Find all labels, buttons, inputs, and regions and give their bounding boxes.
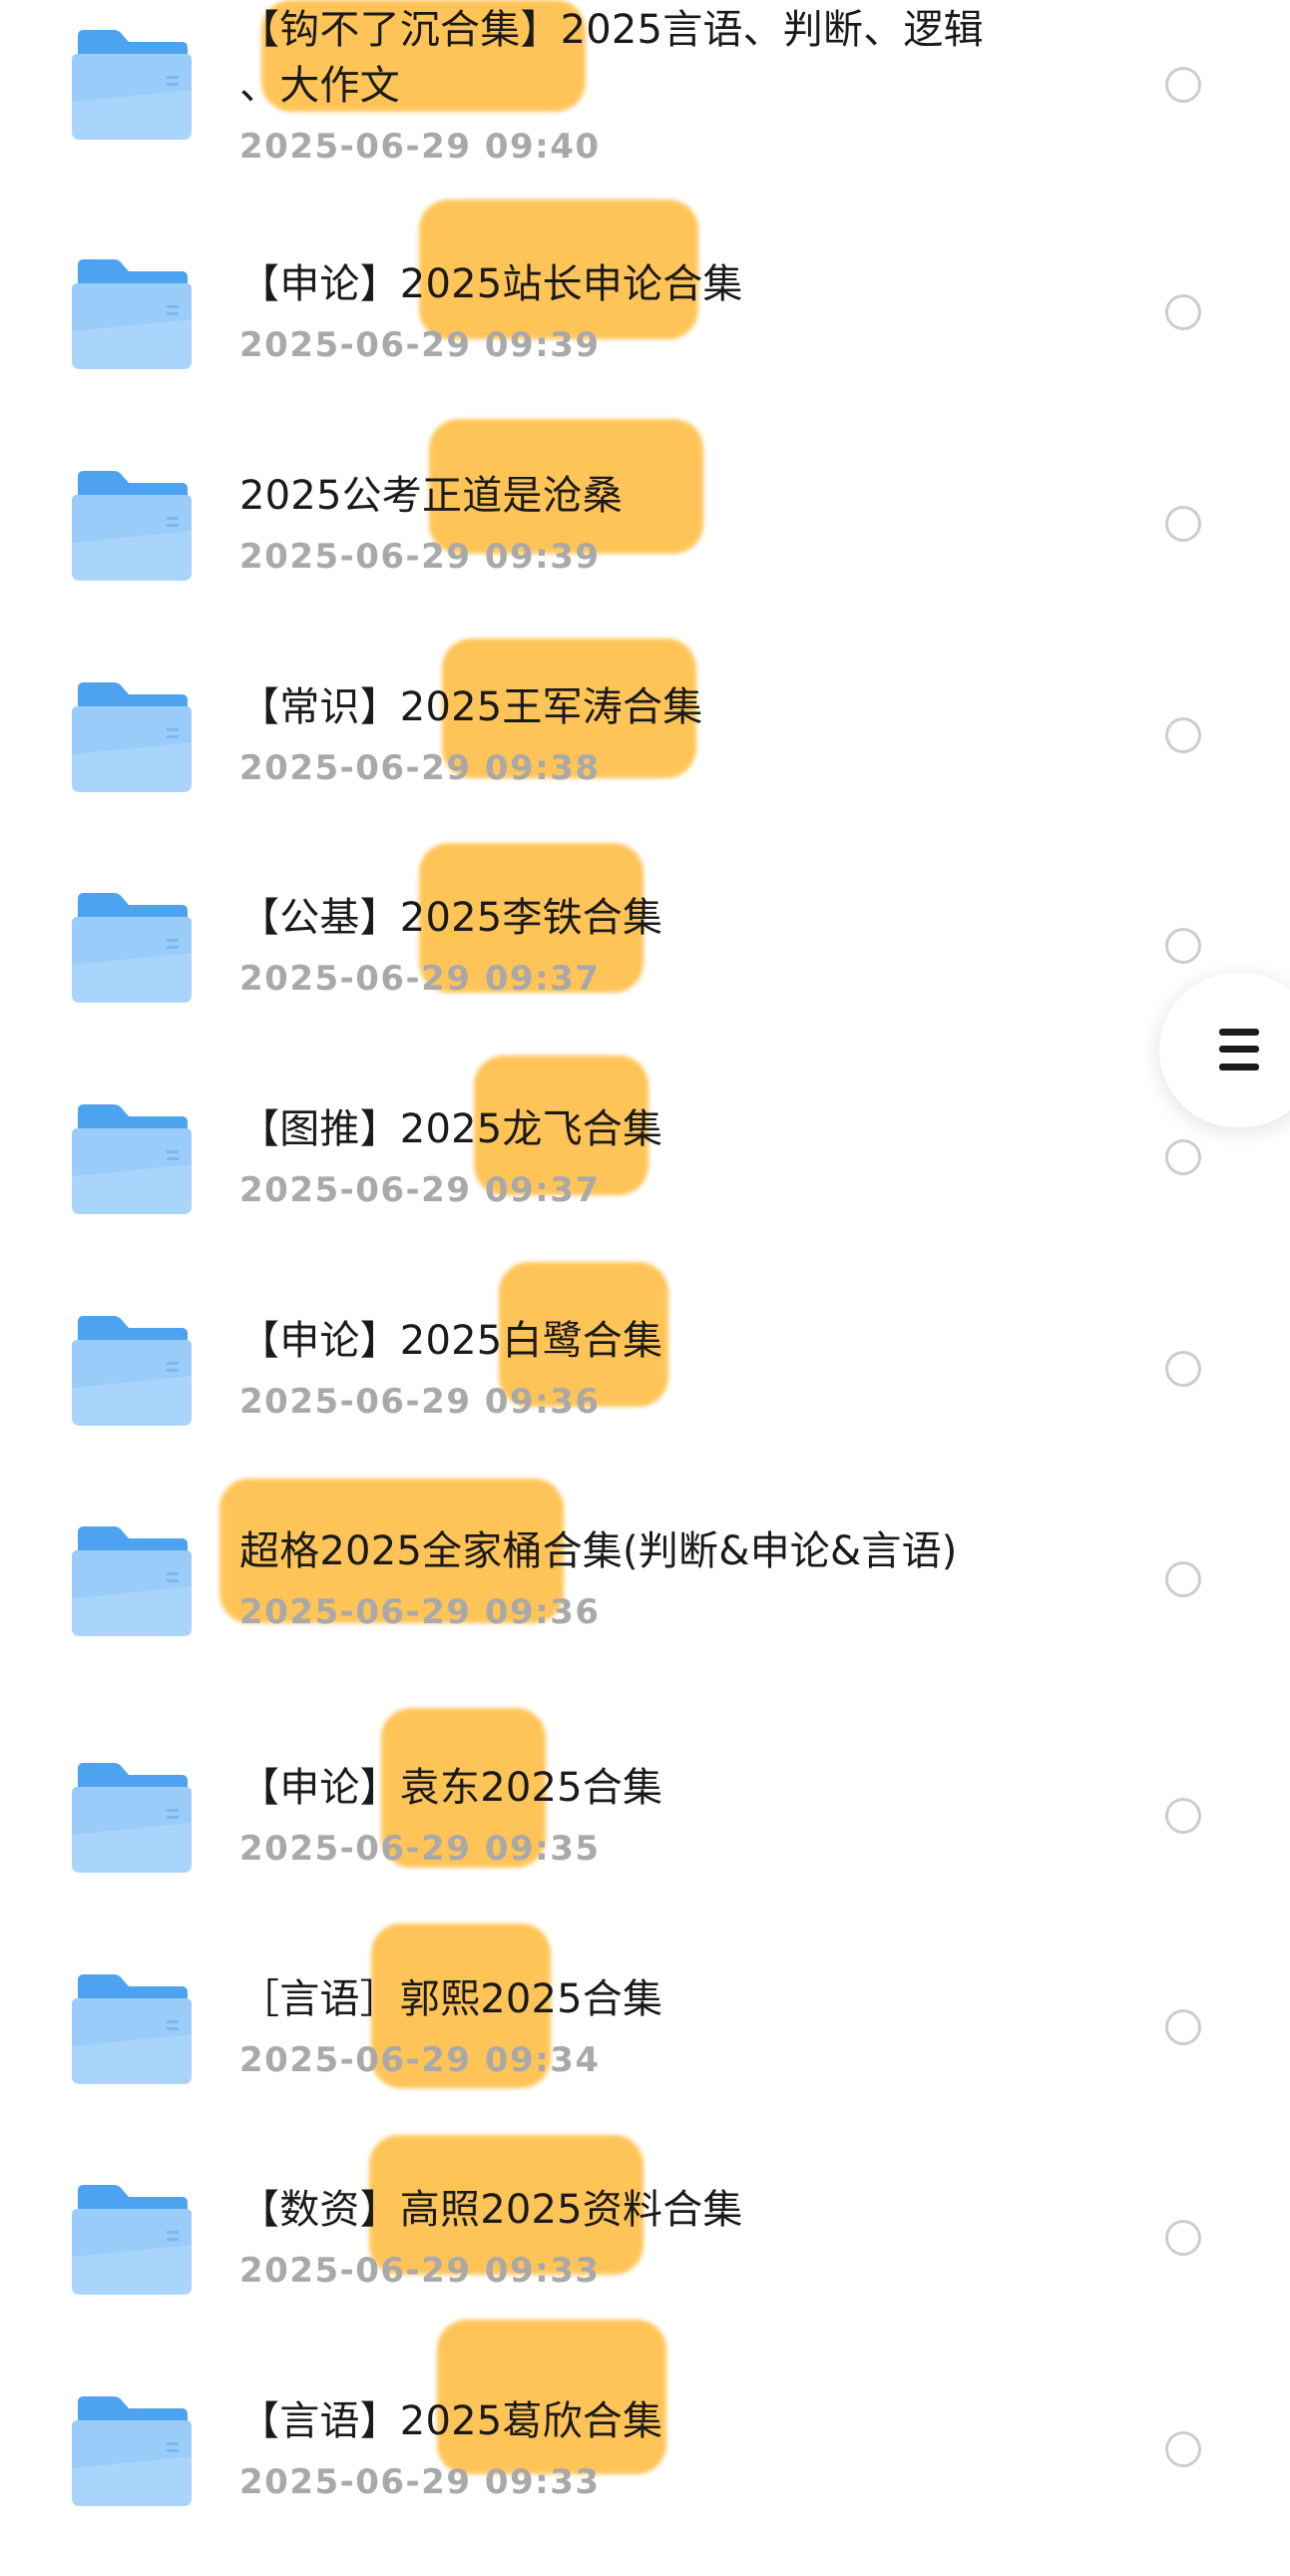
folder-name: 【公基】2025李铁合集 (239, 895, 663, 941)
folder-date: 2025-06-29 09:40 (239, 127, 601, 167)
folder-icon (72, 2396, 192, 2506)
folder-icon (72, 30, 192, 140)
folder-row[interactable]: 【申论】2025白鹭合集 2025-06-29 09:36 (0, 1284, 1290, 1496)
folder-date: 2025-06-29 09:36 (239, 1592, 601, 1632)
select-radio[interactable] (1165, 1351, 1201, 1387)
folder-row[interactable]: 超格2025全家桶合集(判断&申论&言语) 2025-06-29 09:36 (0, 1495, 1290, 1706)
folder-date: 2025-06-29 09:39 (239, 537, 601, 577)
folder-row[interactable]: 【钩不了沉合集】2025言语、判断、逻辑 、大作文 2025-06-29 09:4… (0, 0, 1290, 212)
select-radio[interactable] (1165, 2220, 1201, 2256)
folder-row[interactable]: 【常识】2025王军涛合集 2025-06-29 09:38 (0, 650, 1290, 862)
file-list: 【钩不了沉合集】2025言语、判断、逻辑 、大作文 2025-06-29 09:4… (0, 0, 1290, 2551)
folder-icon (72, 1316, 192, 1426)
select-radio[interactable] (1165, 1561, 1201, 1597)
folder-icon (72, 1974, 192, 2084)
folder-date: 2025-06-29 09:34 (239, 2040, 601, 2080)
folder-name: ［言语］郭熙2025合集 (239, 1976, 663, 2022)
select-radio[interactable] (1165, 1139, 1201, 1175)
folder-row[interactable]: 【公基】2025李铁合集 2025-06-29 09:37 (0, 861, 1290, 1073)
select-radio[interactable] (1165, 717, 1201, 753)
folder-row[interactable]: 【图推】2025龙飞合集 2025-06-29 09:37 (0, 1073, 1290, 1284)
folder-name: 【图推】2025龙飞合集 (239, 1106, 663, 1152)
folder-name: 【常识】2025王军涛合集 (239, 684, 703, 730)
folder-icon (72, 1526, 192, 1636)
folder-date: 2025-06-29 09:37 (239, 959, 601, 999)
folder-date: 2025-06-29 09:36 (239, 1382, 601, 1422)
menu-icon (1219, 1029, 1259, 1071)
folder-icon (72, 471, 192, 581)
folder-row[interactable]: 2025公考正道是沧桑 2025-06-29 09:39 (0, 439, 1290, 650)
folder-row[interactable]: ［言语］郭熙2025合集 2025-06-29 09:34 (0, 1942, 1290, 2154)
folder-name: 【钩不了沉合集】2025言语、判断、逻辑 、大作文 (239, 7, 984, 109)
folder-date: 2025-06-29 09:39 (239, 325, 601, 365)
folder-icon (72, 2185, 192, 2295)
folder-date: 2025-06-29 09:38 (239, 748, 601, 788)
folder-date: 2025-06-29 09:33 (239, 2251, 601, 2291)
folder-row[interactable]: 【申论】袁东2025合集 2025-06-29 09:35 (0, 1731, 1290, 1942)
folder-name: 【申论】2025站长申论合集 (239, 261, 743, 307)
folder-name: 2025公考正道是沧桑 (239, 473, 623, 519)
folder-name: 【申论】袁东2025合集 (239, 1765, 663, 1811)
select-radio[interactable] (1165, 506, 1201, 542)
folder-name: 超格2025全家桶合集(判断&申论&言语) (239, 1528, 958, 1574)
folder-date: 2025-06-29 09:35 (239, 1829, 601, 1869)
select-radio[interactable] (1165, 1798, 1201, 1834)
folder-icon (72, 259, 192, 369)
select-radio[interactable] (1165, 2431, 1201, 2467)
select-radio[interactable] (1165, 67, 1201, 103)
select-radio[interactable] (1165, 2009, 1201, 2045)
folder-name: 【申论】2025白鹭合集 (239, 1318, 663, 1364)
folder-icon (72, 893, 192, 1003)
folder-row[interactable]: 【言语】2025葛欣合集 2025-06-29 09:33 (0, 2364, 1290, 2576)
folder-icon (72, 1104, 192, 1214)
folder-date: 2025-06-29 09:37 (239, 1170, 601, 1210)
folder-date: 2025-06-29 09:33 (239, 2462, 601, 2502)
select-radio[interactable] (1165, 928, 1201, 964)
folder-icon (72, 1763, 192, 1873)
select-radio[interactable] (1165, 294, 1201, 330)
folder-name: 【言语】2025葛欣合集 (239, 2398, 663, 2444)
folder-icon (72, 682, 192, 792)
folder-name: 【数资】高照2025资料合集 (239, 2187, 743, 2233)
folder-row[interactable]: 【申论】2025站长申论合集 2025-06-29 09:39 (0, 227, 1290, 439)
